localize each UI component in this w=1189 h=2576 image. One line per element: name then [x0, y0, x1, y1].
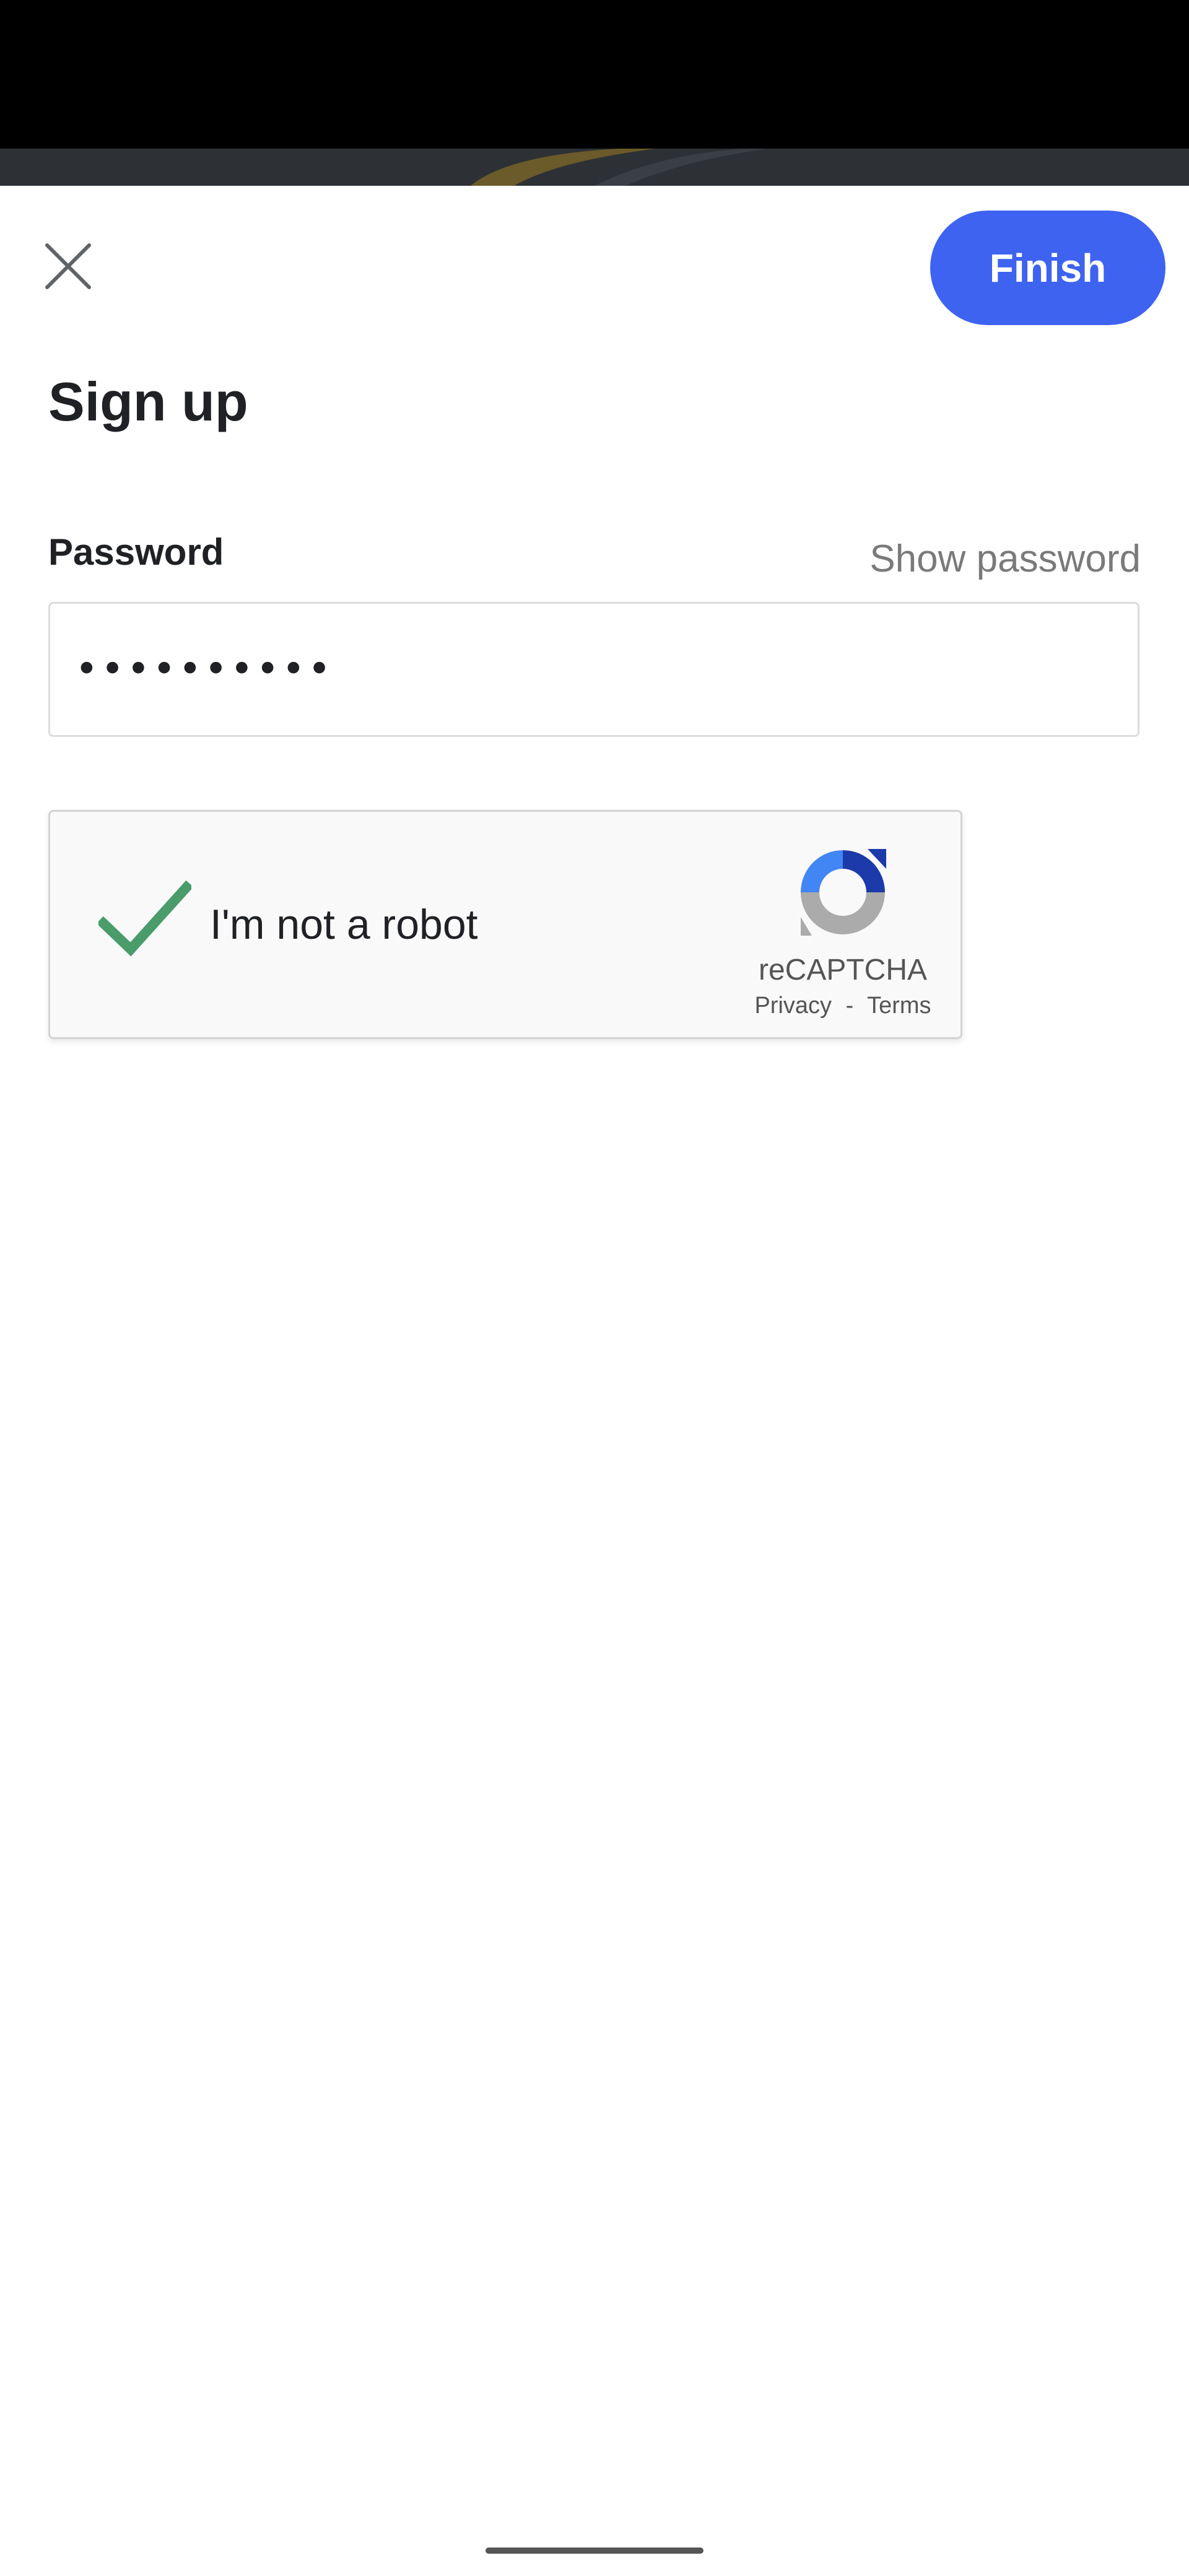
checkmark-icon: [96, 880, 194, 957]
privacy-link[interactable]: Privacy: [754, 993, 832, 1019]
close-button[interactable]: [25, 223, 111, 310]
close-icon: [45, 243, 91, 289]
home-indicator[interactable]: [486, 2548, 703, 2554]
page-title: Sign up: [48, 371, 248, 432]
background-page-strip: [0, 149, 1189, 186]
password-input[interactable]: [48, 602, 1139, 737]
links-separator: -: [845, 993, 854, 1019]
password-label: Password: [48, 531, 224, 573]
recaptcha-widget: I'm not a robot reCAPTCHA Privacy - Term…: [48, 810, 962, 1039]
show-password-toggle[interactable]: Show password: [869, 540, 1141, 578]
terms-link[interactable]: Terms: [867, 993, 931, 1019]
recaptcha-logo-icon: [801, 849, 886, 936]
finish-button[interactable]: Finish: [930, 211, 1165, 325]
status-bar: [0, 0, 1189, 149]
recaptcha-label: I'm not a robot: [210, 901, 478, 948]
background-artwork: [471, 149, 768, 186]
recaptcha-links: Privacy - Terms: [731, 994, 954, 1017]
recaptcha-brand: reCAPTCHA: [758, 954, 928, 986]
recaptcha-checkbox[interactable]: [96, 880, 194, 960]
sign-up-sheet: Finish Sign up Password Show password I'…: [0, 186, 1189, 2576]
